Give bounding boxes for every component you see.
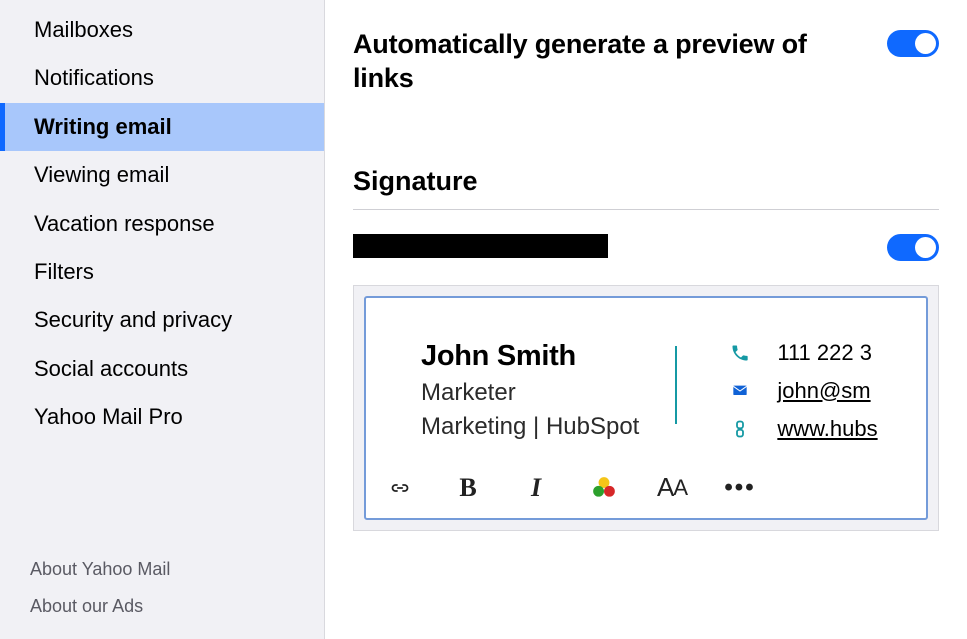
settings-sidebar: Mailboxes Notifications Writing email Vi… xyxy=(0,0,325,639)
toggle-link-preview[interactable] xyxy=(887,30,939,57)
settings-main: Automatically generate a preview of link… xyxy=(325,0,967,639)
mail-icon xyxy=(729,380,751,402)
setting-link-preview: Automatically generate a preview of link… xyxy=(353,28,939,96)
toolbar-more-button[interactable]: ••• xyxy=(724,472,756,504)
signature-content[interactable]: John Smith Marketer Marketing | HubSpot … xyxy=(366,298,926,460)
sidebar-item-mailboxes[interactable]: Mailboxes xyxy=(0,6,324,54)
toggle-knob xyxy=(915,237,936,258)
setting-link-preview-label: Automatically generate a preview of link… xyxy=(353,28,867,96)
toolbar-bold-button[interactable]: B xyxy=(452,472,484,504)
signature-phone: 111 222 3 xyxy=(777,340,872,366)
settings-nav: Mailboxes Notifications Writing email Vi… xyxy=(0,6,324,551)
section-signature-heading: Signature xyxy=(353,166,939,210)
signature-account-row xyxy=(353,232,939,261)
sidebar-item-yahoo-mail-pro[interactable]: Yahoo Mail Pro xyxy=(0,393,324,441)
signature-identity: John Smith Marketer Marketing | HubSpot xyxy=(421,340,675,442)
phone-icon xyxy=(729,342,751,364)
signature-website[interactable]: www.hubs xyxy=(777,416,877,442)
signature-phone-row: 111 222 3 xyxy=(729,340,902,366)
signature-editor[interactable]: John Smith Marketer Marketing | HubSpot … xyxy=(364,296,928,520)
signature-contacts: 111 222 3 john@sm www.hubs xyxy=(677,340,902,442)
signature-role: Marketer xyxy=(421,379,639,407)
sidebar-item-social-accounts[interactable]: Social accounts xyxy=(0,345,324,393)
toggle-signature[interactable] xyxy=(887,234,939,261)
sidebar-item-writing-email[interactable]: Writing email xyxy=(0,103,324,151)
sidebar-item-notifications[interactable]: Notifications xyxy=(0,54,324,102)
signature-toolbar: B I AA ••• xyxy=(366,460,926,518)
sidebar-footer: About Yahoo Mail About our Ads xyxy=(0,551,324,639)
toolbar-italic-button[interactable]: I xyxy=(520,472,552,504)
signature-name: John Smith xyxy=(421,340,639,373)
signature-website-row: www.hubs xyxy=(729,416,902,442)
toggle-knob xyxy=(915,33,936,54)
sidebar-item-vacation-response[interactable]: Vacation response xyxy=(0,200,324,248)
signature-editor-container: John Smith Marketer Marketing | HubSpot … xyxy=(353,285,939,531)
sidebar-item-security-privacy[interactable]: Security and privacy xyxy=(0,296,324,344)
signature-org: Marketing | HubSpot xyxy=(421,413,639,441)
signature-email-row: john@sm xyxy=(729,378,902,404)
sidebar-item-viewing-email[interactable]: Viewing email xyxy=(0,151,324,199)
sidebar-item-filters[interactable]: Filters xyxy=(0,248,324,296)
footer-about-yahoo-mail[interactable]: About Yahoo Mail xyxy=(30,551,324,588)
footer-about-our-ads[interactable]: About our Ads xyxy=(30,588,324,625)
toolbar-link-button[interactable] xyxy=(384,472,416,504)
account-email-redacted xyxy=(353,234,608,258)
toolbar-font-button[interactable]: AA xyxy=(656,472,688,504)
signature-email[interactable]: john@sm xyxy=(777,378,870,404)
toolbar-color-button[interactable] xyxy=(588,472,620,504)
link-icon xyxy=(729,418,751,440)
